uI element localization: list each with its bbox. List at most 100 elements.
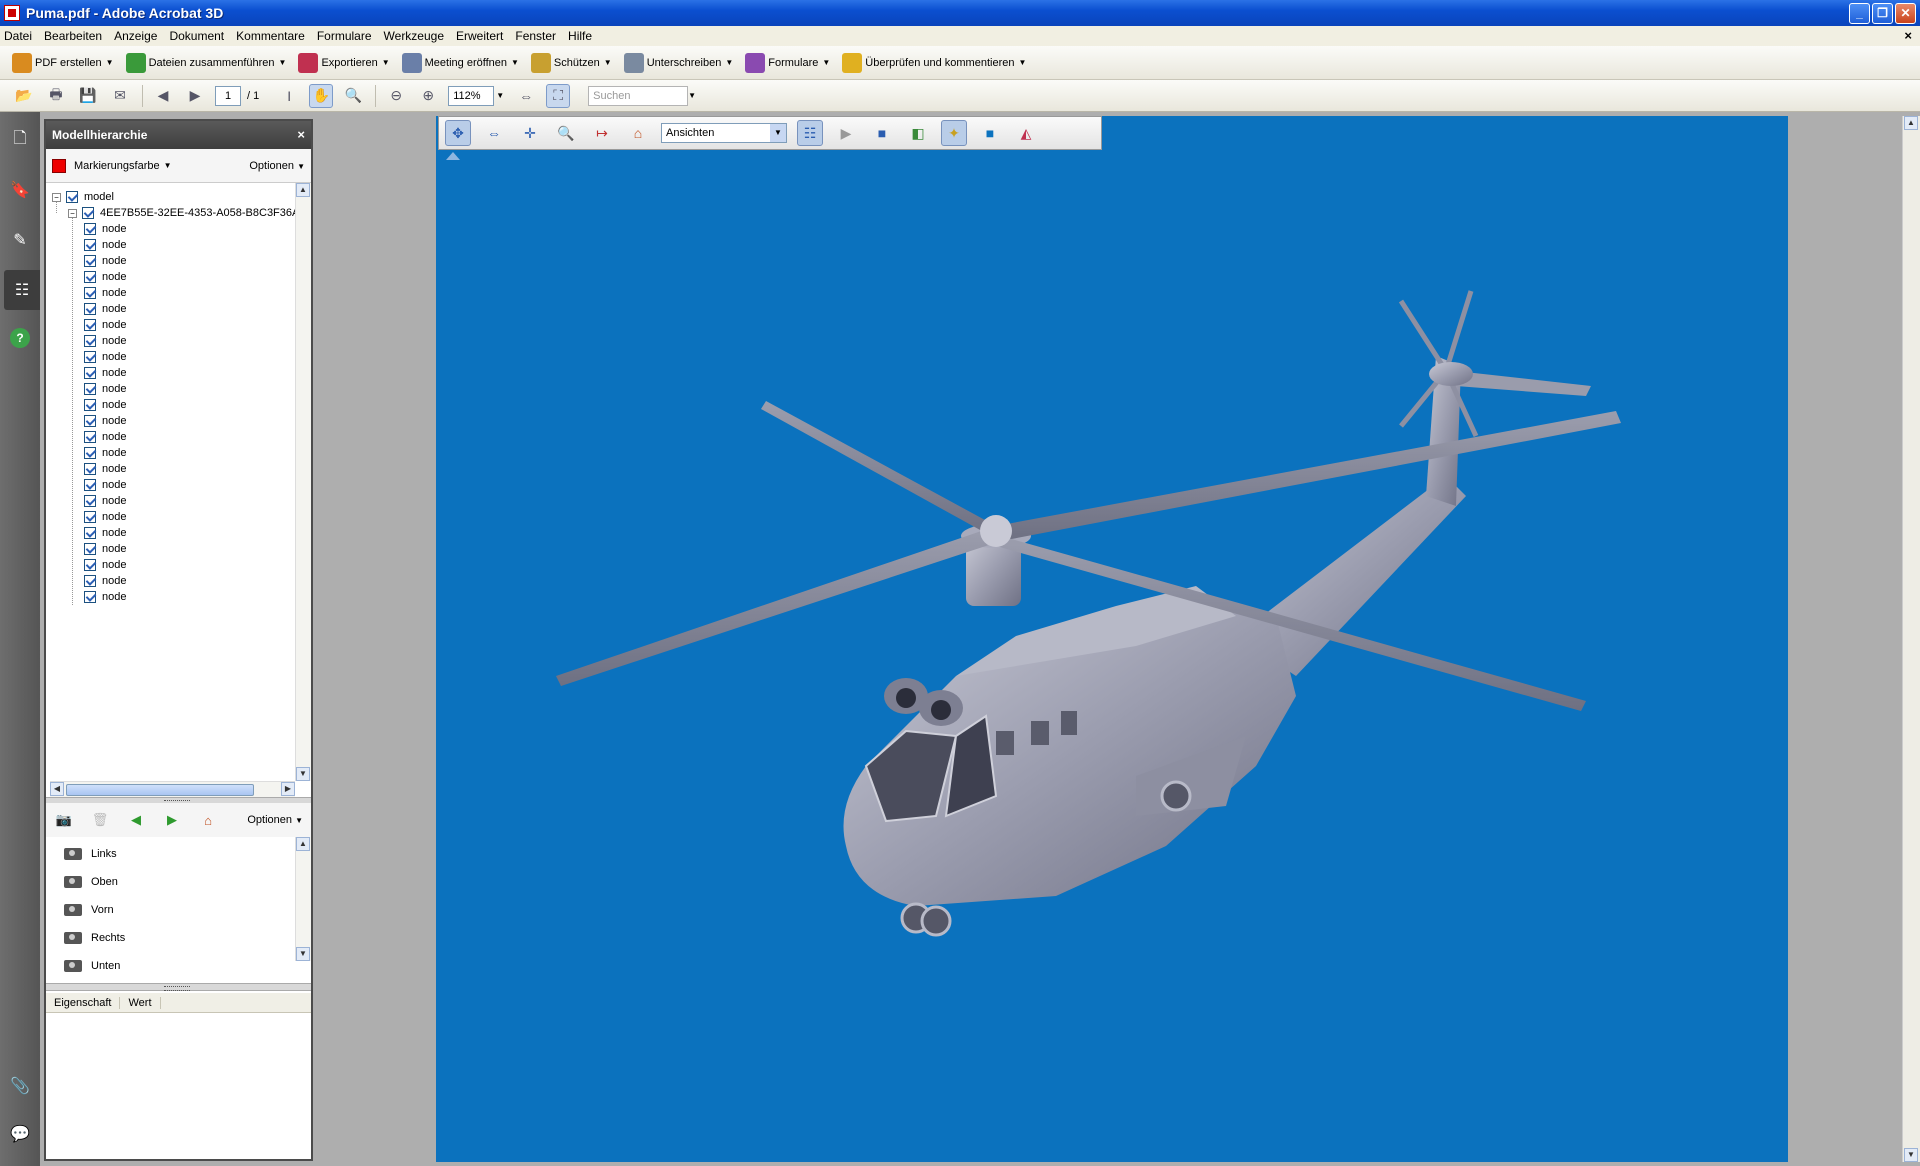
tree-vertical-scrollbar[interactable]: ▲ ▼: [295, 183, 311, 781]
task-pdf-erstellen[interactable]: PDF erstellen ▼: [12, 52, 114, 73]
menu-hilfe[interactable]: Hilfe: [568, 29, 592, 43]
next-view-icon[interactable]: ▶: [162, 810, 182, 830]
collapse-icon[interactable]: −: [68, 208, 77, 218]
tree-item-node[interactable]: node: [84, 349, 126, 365]
tree-item-node[interactable]: node: [84, 461, 126, 477]
close-window-button[interactable]: ✕: [1895, 3, 1916, 24]
cross-section-icon[interactable]: ◭: [1013, 120, 1039, 146]
new-view-icon[interactable]: 📷: [54, 810, 74, 830]
model-tree-toggle-icon[interactable]: ☷: [797, 120, 823, 146]
scroll-down-icon[interactable]: ▼: [296, 767, 310, 781]
visibility-checkbox[interactable]: [84, 239, 96, 251]
3d-viewport[interactable]: ✥ ⇔ ✛ 🔍 ↦ ⌂ Ansichten ▼ ☷ ▶ ■ ◧ ✦ ■ ◭: [436, 116, 1788, 1162]
tree-item-node[interactable]: node: [84, 509, 126, 525]
help-icon[interactable]: ?: [10, 328, 30, 348]
spin-icon[interactable]: ⇔: [481, 120, 507, 146]
pan-icon[interactable]: ✛: [517, 120, 543, 146]
zoom-out-icon[interactable]: ⊖: [384, 84, 408, 108]
restore-button[interactable]: ❐: [1872, 3, 1893, 24]
rotate-icon[interactable]: ✥: [445, 120, 471, 146]
toolbar-pin-icon[interactable]: [446, 152, 460, 160]
visibility-checkbox[interactable]: [84, 271, 96, 283]
tree-item-node[interactable]: node: [84, 285, 126, 301]
tree-item-model[interactable]: − model: [52, 189, 114, 205]
tree-item-node[interactable]: node: [84, 253, 126, 269]
visibility-checkbox[interactable]: [84, 463, 96, 475]
zoom-level-input[interactable]: 112%: [448, 85, 495, 106]
visibility-checkbox[interactable]: [84, 543, 96, 555]
scroll-left-icon[interactable]: ◀: [50, 782, 64, 796]
save-icon[interactable]: 💾: [76, 84, 100, 108]
close-panel-icon[interactable]: ×: [297, 121, 305, 149]
visibility-checkbox[interactable]: [84, 559, 96, 571]
task-ueberpruefen-kommentieren[interactable]: Überprüfen und kommentieren ▼: [842, 52, 1026, 73]
minimize-button[interactable]: _: [1849, 3, 1870, 24]
tree-item-node[interactable]: node: [84, 365, 126, 381]
horizontal-scroll-thumb[interactable]: [66, 784, 254, 796]
walk-icon[interactable]: ↦: [589, 120, 615, 146]
task-schuetzen[interactable]: Schützen ▼: [530, 52, 612, 73]
zoom-dropdown-icon[interactable]: ▼: [496, 91, 504, 100]
open-folder-icon[interactable]: 📂: [12, 84, 36, 108]
view-item-unten[interactable]: Unten: [64, 957, 120, 975]
tree-item-node[interactable]: node: [84, 221, 126, 237]
tree-item-node[interactable]: node: [84, 477, 126, 493]
delete-view-icon[interactable]: 🗑: [90, 810, 110, 830]
tree-item-node[interactable]: node: [84, 333, 126, 349]
zoom-3d-icon[interactable]: 🔍: [553, 120, 579, 146]
select-text-icon[interactable]: I: [277, 84, 301, 108]
fit-page-icon[interactable]: ⛶: [546, 83, 571, 108]
view-item-oben[interactable]: Oben: [64, 873, 118, 891]
tree-item-node[interactable]: node: [84, 525, 126, 541]
scroll-up-icon[interactable]: ▲: [296, 183, 310, 197]
view-item-vorn[interactable]: Vorn: [64, 901, 114, 919]
print-icon[interactable]: 🖶: [44, 84, 68, 108]
hand-tool-icon[interactable]: ✋: [309, 83, 334, 108]
visibility-checkbox[interactable]: [84, 495, 96, 507]
close-document-icon[interactable]: ×: [1904, 28, 1912, 43]
visibility-checkbox[interactable]: [84, 255, 96, 267]
pages-icon[interactable]: 🗋: [8, 128, 32, 152]
search-dropdown-icon[interactable]: ▼: [688, 91, 696, 100]
menu-kommentare[interactable]: Kommentare: [236, 29, 305, 43]
visibility-checkbox[interactable]: [84, 319, 96, 331]
scroll-down-icon[interactable]: ▼: [1904, 1148, 1918, 1162]
visibility-checkbox[interactable]: [84, 223, 96, 235]
helicopter-3d-model[interactable]: [436, 116, 1788, 1162]
background-color-icon[interactable]: ■: [977, 120, 1003, 146]
comments-icon[interactable]: 💬: [8, 1122, 32, 1146]
default-view-icon[interactable]: ⌂: [625, 120, 651, 146]
tree-item-node[interactable]: node: [84, 429, 126, 445]
tree-options-button[interactable]: Optionen ▼: [249, 160, 305, 172]
visibility-checkbox[interactable]: [84, 399, 96, 411]
views-dropdown[interactable]: Ansichten ▼: [661, 123, 787, 143]
tree-item-node[interactable]: node: [84, 237, 126, 253]
visibility-checkbox[interactable]: [84, 591, 96, 603]
tree-item-node[interactable]: node: [84, 413, 126, 429]
model-tree-icon[interactable]: ☷: [4, 270, 40, 310]
tree-item-group[interactable]: − 4EE7B55E-32EE-4353-A058-B8C3F36A: [68, 205, 299, 221]
tree-item-node[interactable]: node: [84, 269, 126, 285]
task-unterschreiben[interactable]: Unterschreiben ▼: [623, 52, 733, 73]
tree-item-node[interactable]: node: [84, 301, 126, 317]
visibility-checkbox[interactable]: [84, 383, 96, 395]
visibility-checkbox[interactable]: [84, 303, 96, 315]
signatures-icon[interactable]: ✎: [8, 228, 32, 252]
menu-erweitert[interactable]: Erweitert: [456, 29, 503, 43]
visibility-checkbox[interactable]: [84, 447, 96, 459]
visibility-checkbox[interactable]: [84, 351, 96, 363]
visibility-checkbox[interactable]: [84, 335, 96, 347]
menu-fenster[interactable]: Fenster: [515, 29, 556, 43]
collapse-icon[interactable]: −: [52, 192, 61, 202]
visibility-checkbox[interactable]: [84, 479, 96, 491]
search-input[interactable]: Suchen: [588, 85, 689, 106]
value-column-header[interactable]: Wert: [120, 996, 161, 1009]
menu-bearbeiten[interactable]: Bearbeiten: [44, 29, 102, 43]
fit-width-icon[interactable]: ⇔: [514, 84, 538, 108]
email-icon[interactable]: ✉: [108, 84, 132, 108]
tree-item-node[interactable]: node: [84, 317, 126, 333]
view-item-rechts[interactable]: Rechts: [64, 929, 125, 947]
scroll-down-icon[interactable]: ▼: [296, 947, 310, 961]
menu-formulare[interactable]: Formulare: [317, 29, 372, 43]
previous-view-icon[interactable]: ◀: [126, 810, 146, 830]
